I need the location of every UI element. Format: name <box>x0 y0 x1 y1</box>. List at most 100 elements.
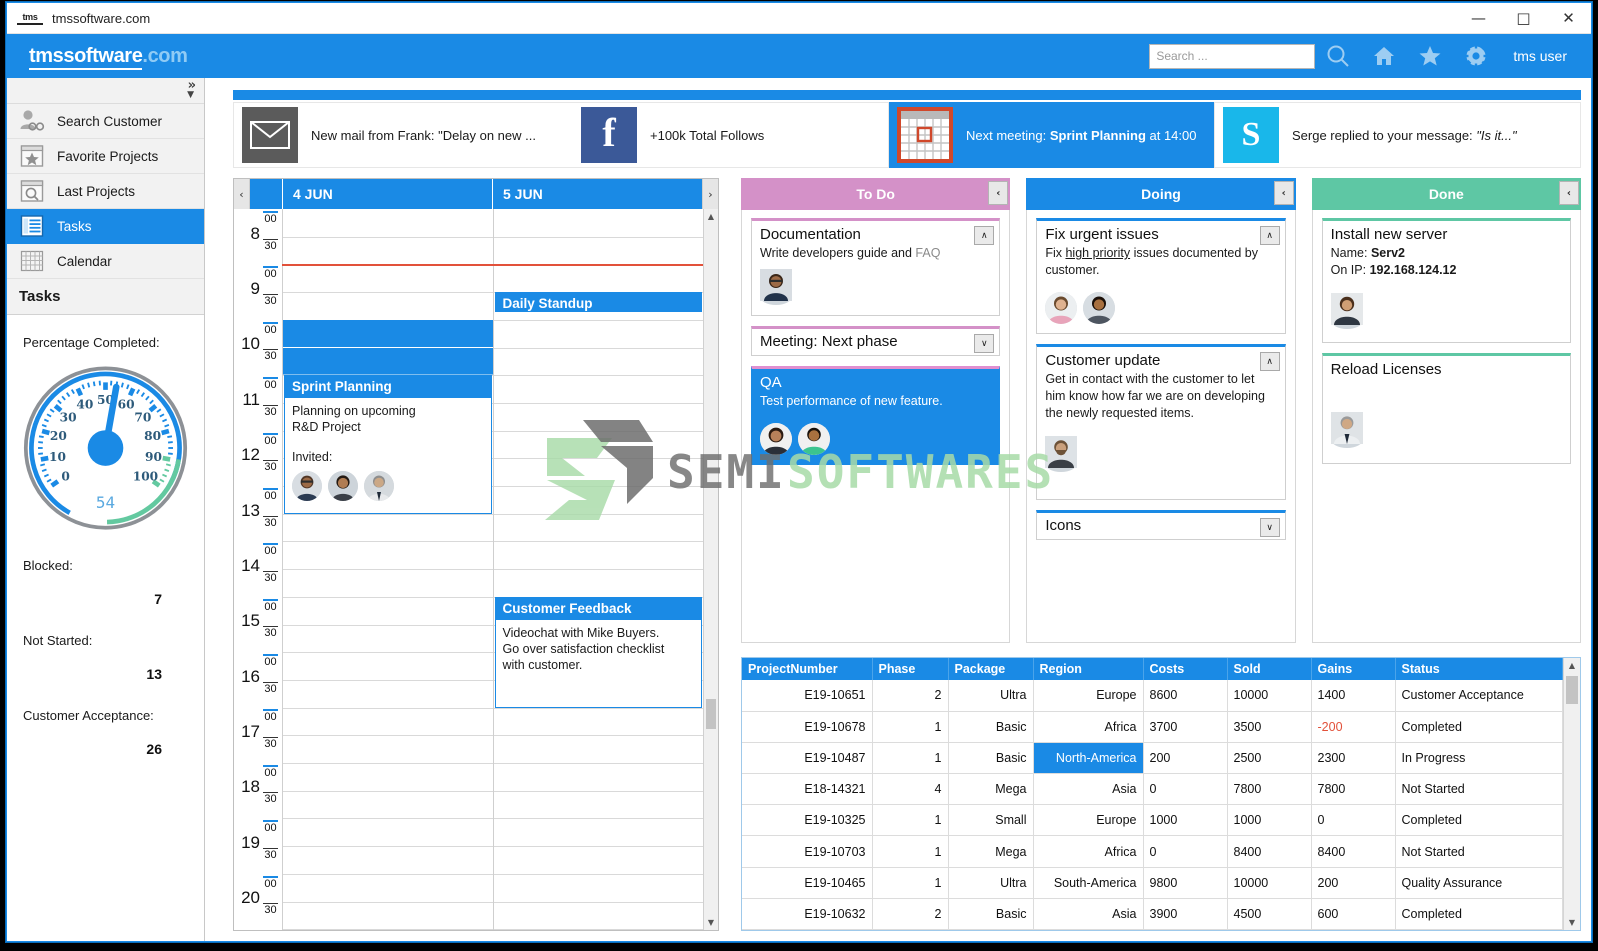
table-cell[interactable]: 200 <box>1311 867 1395 898</box>
table-cell[interactable]: 2500 <box>1227 742 1311 773</box>
table-cell[interactable]: Africa <box>1033 711 1143 742</box>
table-cell[interactable]: 0 <box>1143 836 1227 867</box>
calendar-column-4-jun[interactable]: Sprint Planning Planning on upcoming R&D… <box>282 209 493 930</box>
table-cell[interactable]: Completed <box>1395 805 1563 836</box>
table-row[interactable]: E19-107031MegaAfrica084008400Not Started <box>742 836 1563 867</box>
table-row[interactable]: E19-103251SmallEurope100010000Completed <box>742 805 1563 836</box>
table-cell[interactable]: 7800 <box>1311 774 1395 805</box>
sidebar-item-search-customer[interactable]: Search Customer <box>7 104 204 139</box>
table-cell[interactable]: Africa <box>1033 836 1143 867</box>
table-cell[interactable]: -200 <box>1311 711 1395 742</box>
kanban-card-customer-update[interactable]: ∧ Customer update Get in contact with th… <box>1036 344 1285 500</box>
table-cell[interactable]: 3500 <box>1227 711 1311 742</box>
calendar-scrollbar[interactable]: ▲ ▼ <box>703 209 718 930</box>
table-cell[interactable]: Basic <box>948 711 1033 742</box>
table-cell[interactable]: E19-10678 <box>742 711 872 742</box>
table-cell[interactable]: Ultra <box>948 867 1033 898</box>
table-column-header[interactable]: Gains <box>1311 658 1395 680</box>
table-cell[interactable]: E19-10487 <box>742 742 872 773</box>
calendar-selection-block[interactable] <box>283 348 493 376</box>
table-row[interactable]: E19-104651UltraSouth-America980010000200… <box>742 867 1563 898</box>
tile-facebook[interactable]: f +100k Total Follows <box>573 102 889 168</box>
scroll-up-icon[interactable]: ▲ <box>704 209 718 224</box>
table-cell[interactable]: 8400 <box>1311 836 1395 867</box>
star-icon[interactable] <box>1407 34 1453 78</box>
calendar-day-header-0[interactable]: 4 JUN <box>282 179 492 209</box>
table-cell[interactable]: Completed <box>1395 898 1563 929</box>
collapse-column-button[interactable]: ‹ <box>1559 181 1579 205</box>
maximize-button[interactable]: □ <box>1501 3 1546 33</box>
scrollbar-thumb[interactable] <box>1566 676 1578 704</box>
scroll-down-icon[interactable]: ▼ <box>704 915 718 930</box>
collapse-column-button[interactable]: ‹ <box>988 181 1008 205</box>
table-cell[interactable]: South-America <box>1033 867 1143 898</box>
gear-icon[interactable] <box>1453 34 1499 78</box>
table-cell[interactable]: E19-10651 <box>742 680 872 711</box>
table-column-header[interactable]: Status <box>1395 658 1563 680</box>
table-cell[interactable]: Ultra <box>948 680 1033 711</box>
table-cell[interactable]: 1 <box>872 805 948 836</box>
table-cell[interactable]: Not Started <box>1395 774 1563 805</box>
table-cell[interactable]: Basic <box>948 898 1033 929</box>
calendar-selection-block[interactable] <box>283 320 493 348</box>
table-cell[interactable]: 1 <box>872 742 948 773</box>
table-cell[interactable]: Small <box>948 805 1033 836</box>
table-cell[interactable]: 3900 <box>1143 898 1227 929</box>
table-cell[interactable]: 1 <box>872 836 948 867</box>
tile-skype[interactable]: S Serge replied to your message: "Is it.… <box>1214 102 1581 168</box>
tile-calendar[interactable]: Next meeting: Sprint Planning at 14:00 <box>889 102 1214 168</box>
card-toggle-button[interactable]: ∧ <box>1260 352 1280 371</box>
table-row[interactable]: E19-106781BasicAfrica37003500-200Complet… <box>742 711 1563 742</box>
table-row[interactable]: E19-106322BasicAsia39004500600Completed <box>742 898 1563 929</box>
table-cell[interactable]: 10000 <box>1227 680 1311 711</box>
table-cell[interactable]: Asia <box>1033 774 1143 805</box>
sidebar-item-tasks[interactable]: Tasks <box>7 209 204 244</box>
table-cell[interactable]: 8600 <box>1143 680 1227 711</box>
kanban-card-install-new-server[interactable]: Install new server Name: Serv2 On IP: 19… <box>1322 218 1571 343</box>
calendar-column-5-jun[interactable]: Daily Standup Customer Feedback Videocha… <box>493 209 704 930</box>
table-cell[interactable]: 8400 <box>1227 836 1311 867</box>
kanban-card-meeting-next-phase[interactable]: ∨ Meeting: Next phase <box>751 326 1000 356</box>
table-cell[interactable]: Completed <box>1395 711 1563 742</box>
table-cell[interactable]: Not Started <box>1395 836 1563 867</box>
table-cell[interactable]: Europe <box>1033 805 1143 836</box>
card-toggle-button[interactable]: ∧ <box>974 226 994 245</box>
table-cell[interactable]: E19-10325 <box>742 805 872 836</box>
table-cell[interactable]: E19-10465 <box>742 867 872 898</box>
table-column-header[interactable]: ProjectNumber <box>742 658 872 680</box>
table-cell[interactable]: 0 <box>1311 805 1395 836</box>
table-cell[interactable]: E19-10703 <box>742 836 872 867</box>
table-cell[interactable]: 9800 <box>1143 867 1227 898</box>
table-cell[interactable]: 4500 <box>1227 898 1311 929</box>
collapse-column-button[interactable]: ‹ <box>1274 181 1294 205</box>
calendar-event-sprint-planning[interactable]: Sprint Planning Planning on upcoming R&D… <box>284 375 492 514</box>
table-cell[interactable]: North-America <box>1033 742 1143 773</box>
search-icon[interactable] <box>1315 34 1361 78</box>
table-cell[interactable]: 3700 <box>1143 711 1227 742</box>
calendar-day-header-1[interactable]: 5 JUN <box>492 179 702 209</box>
scroll-down-icon[interactable]: ▼ <box>1564 915 1580 930</box>
calendar-event-daily-standup[interactable]: Daily Standup <box>495 292 703 312</box>
table-column-header[interactable]: Region <box>1033 658 1143 680</box>
minimize-button[interactable]: — <box>1456 3 1501 33</box>
table-cell[interactable]: Asia <box>1033 898 1143 929</box>
table-cell[interactable]: 7800 <box>1227 774 1311 805</box>
tile-mail[interactable]: New mail from Frank: "Delay on new ... <box>233 102 573 168</box>
table-cell[interactable]: 200 <box>1143 742 1227 773</box>
calendar-event-customer-feedback[interactable]: Customer Feedback Videochat with Mike Bu… <box>495 597 703 708</box>
table-cell[interactable]: Quality Assurance <box>1395 867 1563 898</box>
home-icon[interactable] <box>1361 34 1407 78</box>
table-cell[interactable]: E19-10632 <box>742 898 872 929</box>
sidebar-item-last-projects[interactable]: Last Projects <box>7 174 204 209</box>
table-column-header[interactable]: Package <box>948 658 1033 680</box>
scroll-up-icon[interactable]: ▲ <box>1564 658 1580 673</box>
table-cell[interactable]: 1 <box>872 711 948 742</box>
table-cell[interactable]: Basic <box>948 742 1033 773</box>
table-column-header[interactable]: Costs <box>1143 658 1227 680</box>
sidebar-item-favorite-projects[interactable]: Favorite Projects <box>7 139 204 174</box>
table-cell[interactable]: Mega <box>948 836 1033 867</box>
table-cell[interactable]: Europe <box>1033 680 1143 711</box>
table-cell[interactable]: 10000 <box>1227 867 1311 898</box>
calendar-next-button[interactable]: › <box>702 179 718 209</box>
calendar-prev-button[interactable]: ‹ <box>234 179 250 209</box>
